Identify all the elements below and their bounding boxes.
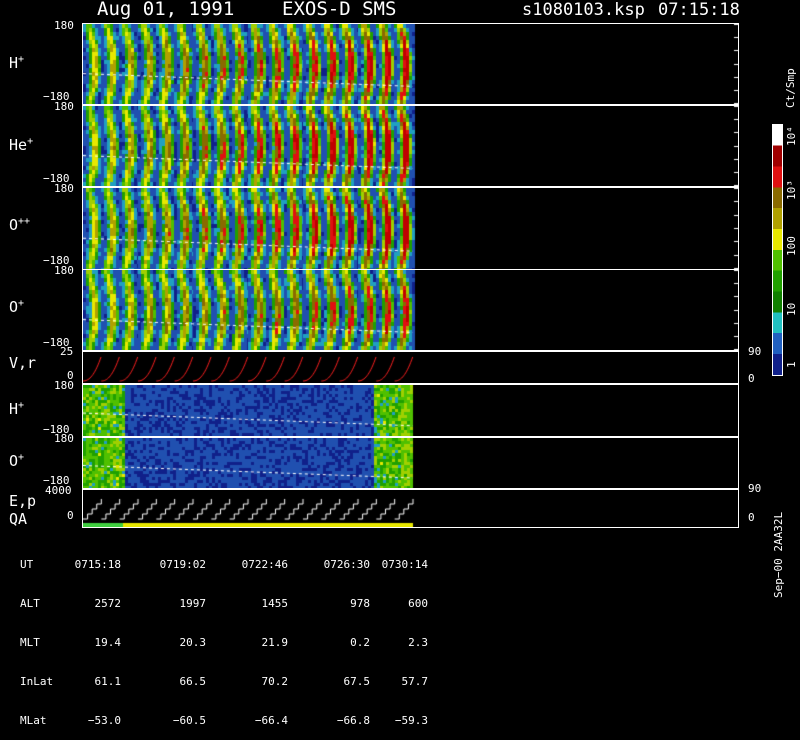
rtick-p5-top: 90 <box>748 345 762 358</box>
footer-cell: 0722:46 <box>241 558 288 571</box>
ytick-p4-top: 180 <box>54 264 74 277</box>
rtick-p7-top: 90 <box>748 482 762 495</box>
footer-cell: 0730:14 <box>381 558 428 571</box>
panel-o-plus-pitch <box>82 269 739 351</box>
footer-cell: 0.2 <box>350 636 370 649</box>
footer-column-2: 0719:02 1997 20.3 66.5 −60.5 <box>144 532 206 740</box>
header-mission: EXOS-D SMS <box>282 0 397 20</box>
footer-label-ut: UT <box>20 558 34 571</box>
spectrogram-o-plus <box>83 270 738 350</box>
panel-label-qa: QA <box>9 510 28 528</box>
footer-cell: 0726:30 <box>323 558 370 571</box>
spectrogram-o-plus-low <box>83 438 738 488</box>
panel-h-plus-low <box>82 384 739 437</box>
plot-vr <box>83 352 738 383</box>
footer-cell: 1997 <box>179 597 207 610</box>
ytick-p5-top: 25 <box>60 345 74 358</box>
spectrogram-o-plusplus <box>83 188 738 269</box>
colorbar-tick-100: 100 <box>785 236 798 256</box>
rtick-p5-bottom: 0 <box>748 372 755 385</box>
footer-cell: 1455 <box>261 597 289 610</box>
footer-cell: −60.5 <box>172 714 206 727</box>
footer-cell: 70.2 <box>261 675 289 688</box>
footer-cell: 21.9 <box>261 636 289 649</box>
footer-label-mlat: MLat <box>20 714 47 727</box>
ytick-p7-top: 180 <box>54 432 74 445</box>
footer-column-4: 0726:30 978 0.2 67.5 −66.8 <box>308 532 370 740</box>
footer-cell: −53.0 <box>87 714 121 727</box>
footer-cell: 67.5 <box>343 675 371 688</box>
ytick-p2-top: 180 <box>54 100 74 113</box>
panel-label-h-plus-low: H+ <box>9 400 25 418</box>
footer-cell: 0719:02 <box>159 558 206 571</box>
spectrogram-he-plus <box>83 106 738 186</box>
plot-ep-qa <box>83 490 738 527</box>
footer-cell: 57.7 <box>401 675 429 688</box>
panel-label-he-plus: He+ <box>9 136 34 154</box>
panel-o-plusplus-pitch <box>82 187 739 270</box>
footer-cell: −59.3 <box>394 714 428 727</box>
footer-cell: 20.3 <box>179 636 207 649</box>
footer-label-alt: ALT <box>20 597 40 610</box>
footer-row-labels: UT ALT MLT InLat MLat <box>20 532 53 740</box>
footer-column-1: 0715:18 2572 19.4 61.1 −53.0 <box>59 532 121 740</box>
footer-column-5: 0730:14 600 2.3 57.7 −59.3 <box>372 532 428 740</box>
panel-vr <box>82 351 739 384</box>
ytick-p8-top: 4000 <box>45 484 72 497</box>
panel-he-plus-pitch <box>82 105 739 187</box>
header-file: s1080103.ksp <box>522 0 645 20</box>
ytick-p1-top: 180 <box>54 19 74 32</box>
footer-column-3: 0722:46 1455 21.9 70.2 −66.4 <box>226 532 288 740</box>
colorbar-tick-1e3: 10³ <box>785 180 798 200</box>
panel-o-plus-low <box>82 437 739 489</box>
footer-cell: 600 <box>408 597 428 610</box>
panel-label-vr: V,r <box>9 354 37 372</box>
header-time: 07:15:18 <box>658 0 740 20</box>
footer-cell: −66.4 <box>254 714 288 727</box>
panel-ep-qa <box>82 489 739 528</box>
footer-label-mlt: MLT <box>20 636 40 649</box>
footer-cell: 66.5 <box>179 675 207 688</box>
colorbar <box>772 124 783 376</box>
spectrogram-h-plus-low <box>83 385 738 436</box>
footer-cell: 19.4 <box>94 636 122 649</box>
colorbar-tick-10: 10 <box>785 302 798 316</box>
panel-label-h-plus: H+ <box>9 54 25 72</box>
footer-label-inlat: InLat <box>20 675 54 688</box>
panel-h-plus-pitch <box>82 23 739 105</box>
panel-label-o-plus: O+ <box>9 298 25 316</box>
colorbar-unit: Ct/Smp <box>784 68 797 108</box>
rtick-p8-bottom: 0 <box>748 511 755 524</box>
footer-cell: 2.3 <box>408 636 428 649</box>
footer-cell: 61.1 <box>94 675 122 688</box>
ytick-p3-top: 180 <box>54 182 74 195</box>
ytick-p6-top: 180 <box>54 379 74 392</box>
footer-cell: 978 <box>350 597 370 610</box>
panel-label-o-plus-low: O+ <box>9 452 25 470</box>
colorbar-tick-1e4: 10⁴ <box>785 126 798 146</box>
footer-cell: −66.8 <box>336 714 370 727</box>
ytick-p8-bottom: 0 <box>67 509 74 522</box>
panel-label-ep: E,p <box>9 492 37 510</box>
spectrogram-h-plus <box>83 24 738 104</box>
side-note: Sep−00 2AA32L <box>772 511 785 598</box>
header-date: Aug 01, 1991 <box>97 0 235 20</box>
footer-cell: 0715:18 <box>74 558 121 571</box>
panel-label-o-plusplus: O++ <box>9 216 31 234</box>
colorbar-tick-1: 1 <box>785 361 798 368</box>
footer-cell: 2572 <box>94 597 122 610</box>
